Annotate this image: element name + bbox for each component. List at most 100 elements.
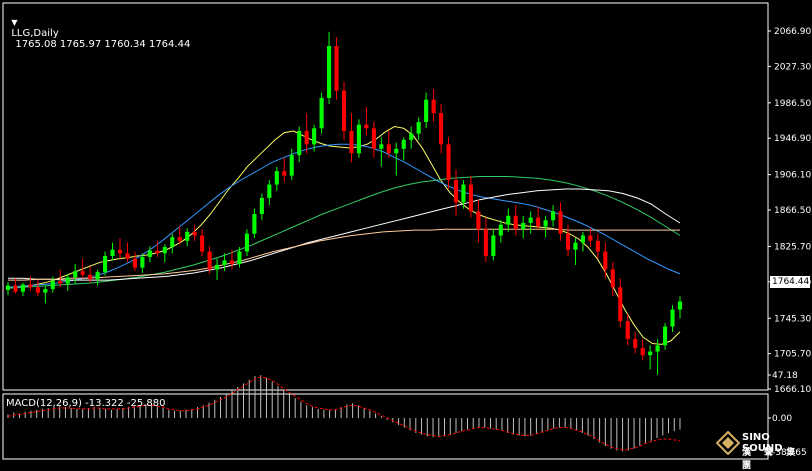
candle[interactable] <box>259 193 264 221</box>
candle[interactable] <box>483 217 488 263</box>
candle[interactable] <box>327 31 332 105</box>
candle[interactable] <box>528 211 533 234</box>
candle[interactable] <box>663 322 668 350</box>
candle[interactable] <box>670 305 675 332</box>
candle-body <box>297 130 302 156</box>
candle[interactable] <box>304 113 309 154</box>
candle[interactable] <box>424 92 429 129</box>
candle[interactable] <box>282 157 287 182</box>
candle[interactable] <box>356 119 361 158</box>
candle-body <box>65 277 70 284</box>
candle-body <box>551 211 556 221</box>
candle[interactable] <box>35 280 40 297</box>
symbol-header[interactable]: ▼ LLG,Daily 1765.08 1765.97 1760.34 1764… <box>5 6 190 50</box>
candle-body <box>58 281 63 284</box>
candle-body <box>80 271 85 275</box>
candle[interactable] <box>401 137 406 161</box>
candle[interactable] <box>610 262 615 297</box>
candle[interactable] <box>140 253 145 273</box>
candle-body <box>252 214 257 234</box>
candle[interactable] <box>506 208 511 232</box>
candle[interactable] <box>103 251 108 276</box>
candle[interactable] <box>274 166 279 191</box>
candle[interactable] <box>334 37 339 100</box>
price-tick-label: 1825.70 <box>774 242 811 252</box>
candle[interactable] <box>468 175 473 218</box>
triangle-down-icon[interactable]: ▼ <box>11 18 17 27</box>
candle[interactable] <box>371 122 376 158</box>
candle[interactable] <box>349 113 354 163</box>
candle[interactable] <box>521 215 526 239</box>
candle[interactable] <box>640 339 645 361</box>
candle[interactable] <box>416 117 421 140</box>
candle[interactable] <box>252 208 257 239</box>
candle-body <box>20 284 25 292</box>
candle[interactable] <box>677 296 683 319</box>
candle-body <box>170 237 175 248</box>
candle[interactable] <box>73 264 78 284</box>
candle[interactable] <box>595 233 600 259</box>
candle[interactable] <box>551 205 556 227</box>
candle[interactable] <box>162 244 167 263</box>
candle[interactable] <box>170 233 175 254</box>
candle[interactable] <box>476 199 481 243</box>
candle[interactable] <box>439 104 444 154</box>
candle-body <box>259 197 264 215</box>
price-tick-label: 1705.70 <box>774 350 811 360</box>
candle-body <box>215 264 220 270</box>
macd-layer[interactable] <box>7 375 681 452</box>
candle[interactable] <box>43 285 48 304</box>
candle[interactable] <box>319 92 324 134</box>
candle[interactable] <box>498 220 503 243</box>
candle[interactable] <box>215 258 220 281</box>
candle[interactable] <box>200 229 205 257</box>
candle[interactable] <box>5 281 11 296</box>
moving-average-layer <box>7 125 681 345</box>
candle[interactable] <box>625 314 630 346</box>
candle[interactable] <box>341 81 347 140</box>
candle[interactable] <box>364 106 369 136</box>
candle[interactable] <box>453 169 459 216</box>
candle-body <box>663 326 668 346</box>
candle[interactable] <box>125 242 130 263</box>
candle[interactable] <box>132 251 137 272</box>
candle[interactable] <box>558 202 563 241</box>
candle[interactable] <box>431 88 436 123</box>
candle-body <box>289 155 294 176</box>
candle[interactable] <box>491 229 496 261</box>
candle[interactable] <box>65 273 70 291</box>
candle[interactable] <box>13 278 18 294</box>
candle[interactable] <box>618 278 623 328</box>
candle-body <box>648 351 653 356</box>
candle-body <box>588 235 593 241</box>
candle-body <box>491 235 496 257</box>
candle[interactable] <box>446 137 451 190</box>
moving-average-line <box>7 143 681 288</box>
candle[interactable] <box>603 242 608 279</box>
candle[interactable] <box>185 228 190 247</box>
candle[interactable] <box>192 224 197 241</box>
candle[interactable] <box>536 206 541 230</box>
candle[interactable] <box>648 345 653 370</box>
candle-body <box>655 345 660 352</box>
candle[interactable] <box>633 331 638 354</box>
candle-body <box>103 256 108 273</box>
candle[interactable] <box>580 231 585 252</box>
candle[interactable] <box>110 242 115 261</box>
candle-body <box>513 215 518 230</box>
candle[interactable] <box>267 180 272 206</box>
candle[interactable] <box>95 269 100 286</box>
candle[interactable] <box>20 282 25 297</box>
candle[interactable] <box>513 205 518 236</box>
candle[interactable] <box>244 229 249 257</box>
candle[interactable] <box>117 238 123 259</box>
candle-body <box>192 231 197 236</box>
candle[interactable] <box>409 126 414 149</box>
candle-body <box>498 224 503 236</box>
candle[interactable] <box>588 228 593 248</box>
candle[interactable] <box>543 215 548 238</box>
candle-layer[interactable] <box>5 31 683 375</box>
candle[interactable] <box>573 238 578 265</box>
price-tick-label: 1946.90 <box>774 134 811 144</box>
candle[interactable] <box>297 126 302 163</box>
